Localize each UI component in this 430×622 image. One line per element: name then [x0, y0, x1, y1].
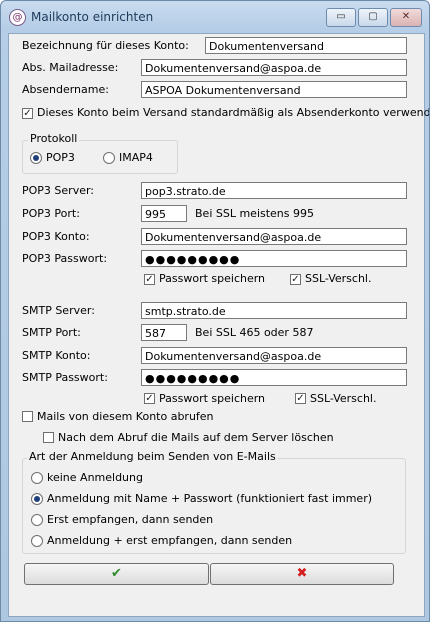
protocol-imap4-radio[interactable]	[103, 152, 115, 164]
smtp-port-hint: Bei SSL 465 oder 587	[195, 326, 314, 339]
auth-group-title: Art der Anmeldung beim Senden von E-Mail…	[27, 450, 278, 463]
pop3-ssl-label[interactable]: SSL-Verschl.	[305, 272, 372, 285]
account-name-field[interactable]: Dokumentenversand	[205, 37, 407, 54]
account-name-label: Bezeichnung für dieses Konto:	[22, 39, 189, 52]
pop3-password-label: POP3 Passwort:	[22, 252, 108, 265]
smtp-server-label: SMTP Server:	[22, 304, 95, 317]
cancel-button[interactable]: ✖	[210, 563, 394, 585]
pop3-port-label: POP3 Port:	[22, 207, 80, 220]
ok-button[interactable]: ✔	[24, 563, 209, 585]
pop3-save-password-label[interactable]: Passwort speichern	[159, 272, 265, 285]
pop3-save-password-checkbox[interactable]: ✓	[144, 274, 155, 285]
delete-after-fetch-checkbox[interactable]	[43, 432, 54, 443]
pop3-server-label: POP3 Server:	[22, 184, 95, 197]
auth-login-and-receive-label[interactable]: Anmeldung + erst empfangen, dann senden	[47, 534, 292, 547]
protocol-pop3-label[interactable]: POP3	[46, 151, 75, 164]
auth-none-label[interactable]: keine Anmeldung	[47, 471, 143, 484]
auth-name-password-label[interactable]: Anmeldung mit Name + Passwort (funktioni…	[47, 492, 372, 505]
fetch-mails-label[interactable]: Mails von diesem Konto abrufen	[37, 410, 214, 423]
auth-login-and-receive-radio[interactable]	[31, 535, 43, 547]
pop3-account-field[interactable]: Dokumentenversand@aspoa.de	[141, 228, 407, 245]
auth-receive-then-send-label[interactable]: Erst empfangen, dann senden	[47, 513, 213, 526]
smtp-account-label: SMTP Konto:	[22, 349, 91, 362]
sender-name-field[interactable]: ASPOA Dokumentenversand	[141, 81, 407, 98]
window-title: Mailkonto einrichten	[31, 10, 154, 24]
checkmark-icon: ✔	[111, 566, 122, 581]
minimize-button[interactable]: ▭	[326, 8, 356, 27]
cross-icon: ✖	[296, 566, 308, 581]
fetch-mails-checkbox[interactable]	[22, 411, 33, 422]
smtp-save-password-label[interactable]: Passwort speichern	[159, 392, 265, 405]
pop3-ssl-checkbox[interactable]: ✓	[290, 274, 301, 285]
smtp-ssl-checkbox[interactable]: ✓	[295, 393, 306, 404]
delete-after-fetch-label[interactable]: Nach dem Abruf die Mails auf dem Server …	[58, 431, 334, 444]
protocol-imap4-label[interactable]: IMAP4	[119, 151, 153, 164]
title-bar[interactable]: @ Mailkonto einrichten ▭ ▢ ✕	[1, 1, 429, 33]
default-account-label[interactable]: Dieses Konto beim Versand standardmäßig …	[37, 106, 429, 119]
auth-none-radio[interactable]	[31, 472, 43, 484]
auth-name-password-radio[interactable]	[31, 493, 43, 505]
protocol-pop3-radio[interactable]	[30, 152, 42, 164]
default-account-checkbox[interactable]: ✓	[22, 108, 33, 119]
smtp-port-label: SMTP Port:	[22, 326, 81, 339]
smtp-port-field[interactable]: 587	[141, 324, 187, 341]
close-button[interactable]: ✕	[390, 8, 422, 27]
smtp-password-field[interactable]: ●●●●●●●●●	[141, 369, 407, 386]
pop3-account-label: POP3 Konto:	[22, 230, 90, 243]
smtp-password-label: SMTP Passwort:	[22, 371, 108, 384]
pop3-port-field[interactable]: 995	[141, 205, 187, 222]
pop3-password-field[interactable]: ●●●●●●●●●	[141, 250, 407, 267]
smtp-ssl-label[interactable]: SSL-Verschl.	[310, 392, 377, 405]
smtp-save-password-checkbox[interactable]: ✓	[144, 393, 155, 404]
dialog-client-area: Bezeichnung für dieses Konto: Dokumenten…	[8, 33, 429, 617]
pop3-server-field[interactable]: pop3.strato.de	[141, 182, 407, 199]
sender-name-label: Absendername:	[22, 83, 109, 96]
sender-address-field[interactable]: Dokumentenversand@aspoa.de	[141, 59, 407, 76]
dialog-window: @ Mailkonto einrichten ▭ ▢ ✕ Bezeichnung…	[0, 0, 430, 622]
auth-receive-then-send-radio[interactable]	[31, 514, 43, 526]
pop3-port-hint: Bei SSL meistens 995	[195, 207, 315, 220]
sender-address-label: Abs. Mailadresse:	[22, 61, 119, 74]
smtp-server-field[interactable]: smtp.strato.de	[141, 302, 407, 319]
maximize-button[interactable]: ▢	[358, 8, 388, 27]
protocol-group-title: Protokoll	[28, 132, 80, 145]
smtp-account-field[interactable]: Dokumentenversand@aspoa.de	[141, 347, 407, 364]
app-icon: @	[9, 9, 26, 26]
